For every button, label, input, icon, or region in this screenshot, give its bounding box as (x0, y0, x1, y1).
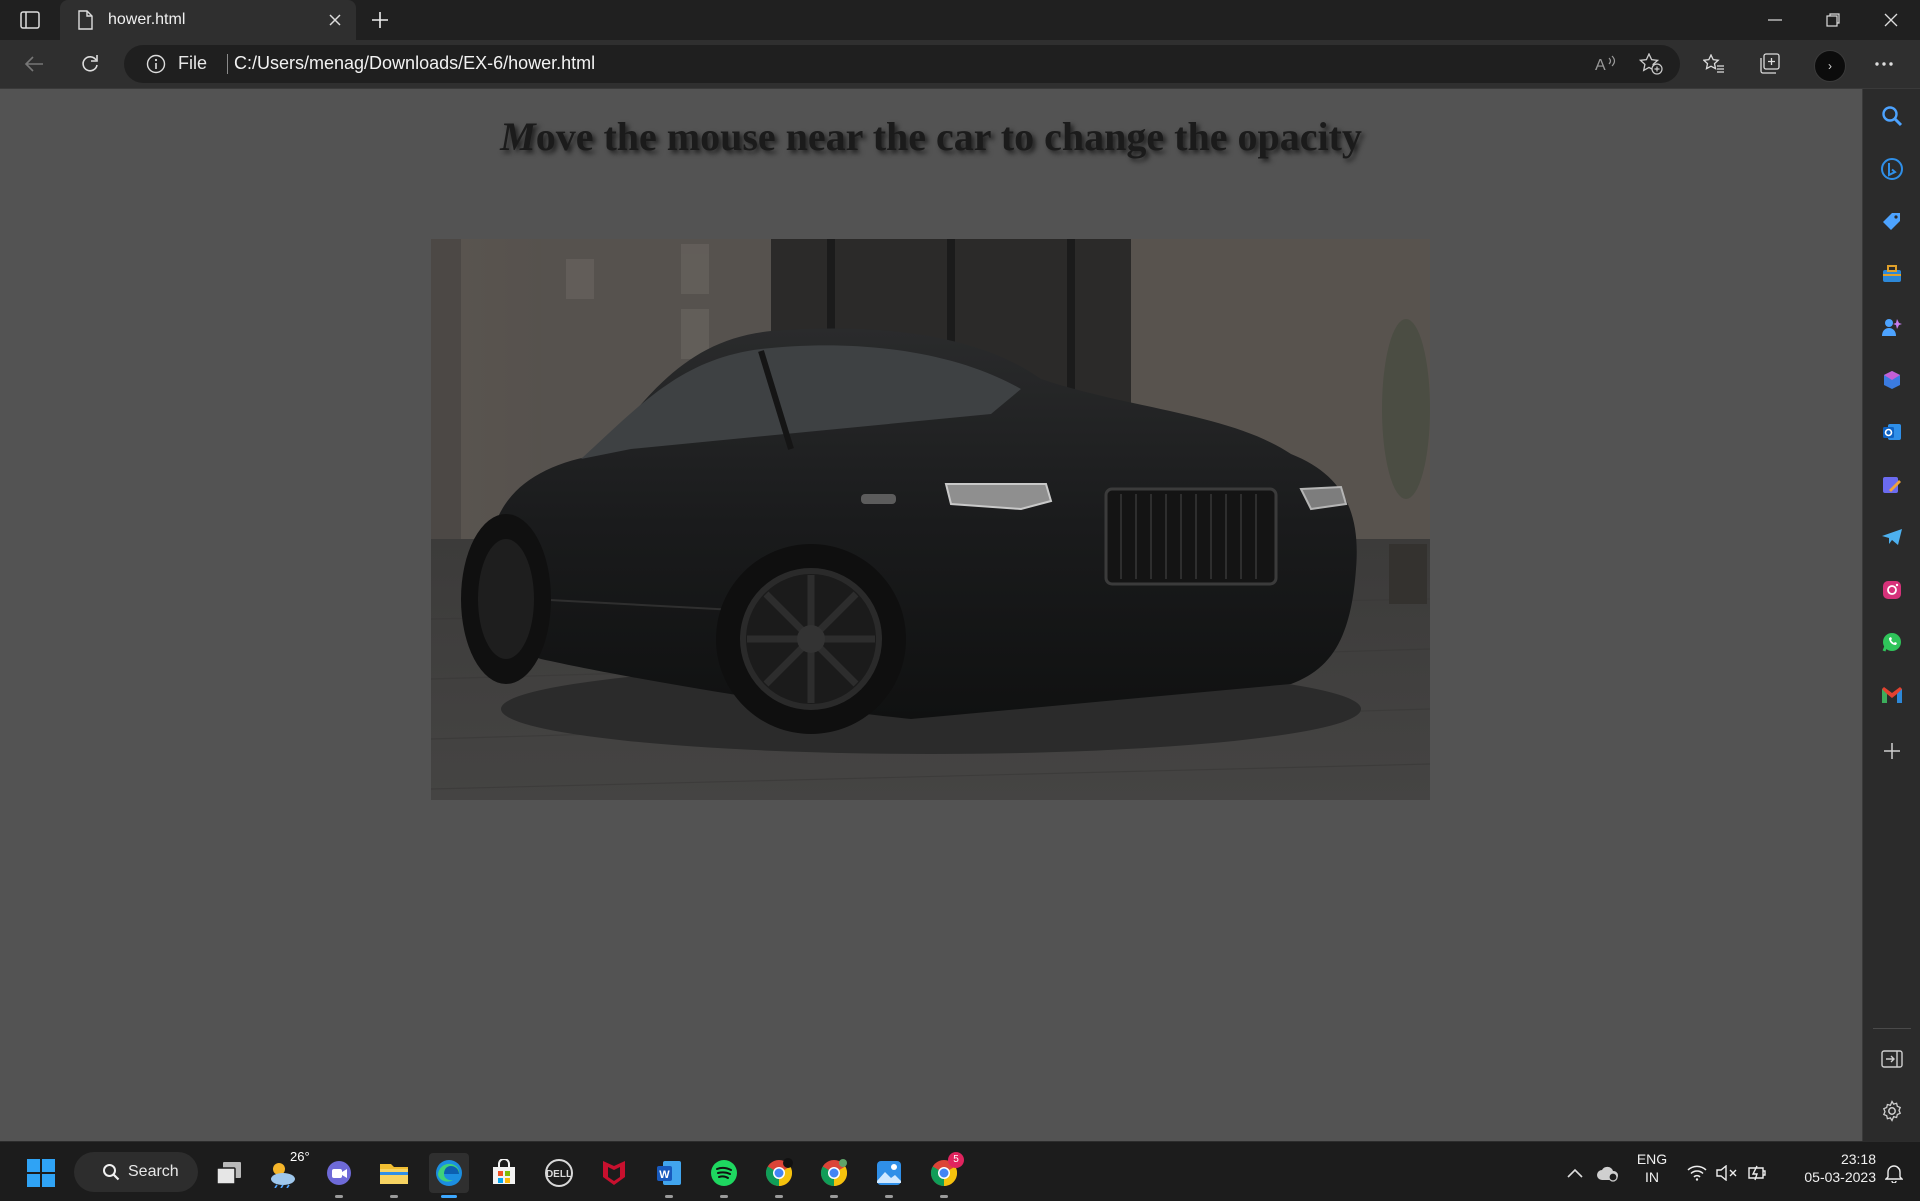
onedrive-icon[interactable] (1592, 1153, 1624, 1193)
dell-icon[interactable]: DELL (539, 1153, 579, 1193)
tab-hower[interactable]: hower.html (60, 0, 356, 40)
address-separator (227, 54, 228, 74)
running-indicator (775, 1195, 783, 1198)
page-content: Move the mouse near the car to change th… (0, 89, 1862, 1141)
add-favorite-icon[interactable] (1637, 50, 1665, 78)
weather-widget[interactable]: 26° (264, 1149, 310, 1193)
mcafee-icon[interactable] (594, 1153, 634, 1193)
edge-browser-icon[interactable] (429, 1153, 469, 1198)
restore-button[interactable] (1805, 0, 1861, 40)
tab-title: hower.html (108, 11, 186, 28)
bing-icon[interactable] (1876, 153, 1908, 185)
running-indicator (830, 1195, 838, 1198)
collections-button[interactable] (1752, 46, 1788, 82)
minimize-button[interactable] (1747, 0, 1803, 40)
page-heading: Move the mouse near the car to change th… (0, 113, 1862, 160)
clock-date: 05-03-2023 (1804, 1169, 1876, 1185)
car-illustration (431, 239, 1430, 800)
taskbar-search-label: Search (128, 1163, 179, 1180)
notification-badge: 5 (948, 1152, 964, 1168)
weather-temp: 26° (290, 1149, 310, 1164)
running-indicator (665, 1195, 673, 1198)
site-info-icon[interactable] (146, 54, 166, 74)
read-aloud-icon[interactable]: A (1592, 50, 1620, 78)
hide-sidebar-icon[interactable] (1876, 1043, 1908, 1075)
running-indicator (335, 1195, 343, 1198)
browser-toolbar: File C:/Users/menag/Downloads/EX-6/hower… (0, 40, 1920, 89)
sidebar-divider (1873, 1028, 1911, 1029)
tab-actions-icon[interactable] (14, 8, 46, 32)
heading-text: ove the mouse near the car to change the… (535, 114, 1362, 159)
url-scheme-label: File (178, 53, 208, 73)
region-code: IN (1645, 1169, 1659, 1185)
show-hidden-icons-chevron-icon[interactable] (1560, 1153, 1590, 1193)
photos-icon[interactable] (869, 1153, 909, 1198)
refresh-button[interactable] (72, 46, 108, 82)
search-icon[interactable] (1876, 100, 1908, 132)
games-icon[interactable] (1876, 311, 1908, 343)
back-button[interactable] (16, 46, 52, 82)
taskbar-search[interactable]: Search (74, 1152, 198, 1192)
chrome-profile-3-icon[interactable]: 5 (924, 1152, 964, 1198)
word-icon[interactable]: W (649, 1153, 689, 1198)
office-icon[interactable] (1876, 364, 1908, 396)
whatsapp-icon[interactable] (1876, 626, 1908, 658)
clock[interactable]: 23:18 05-03-2023 (1780, 1150, 1876, 1186)
language-code: ENG (1636, 1151, 1668, 1167)
url-text[interactable]: C:/Users/menag/Downloads/EX-6/hower.html (234, 53, 595, 74)
spotify-icon[interactable] (704, 1153, 744, 1198)
add-icon[interactable] (1876, 735, 1908, 767)
language-indicator[interactable]: ENG IN (1630, 1150, 1674, 1186)
title-bar: hower.html (0, 0, 1920, 40)
more-menu-button[interactable] (1866, 46, 1902, 82)
document-icon (74, 9, 96, 31)
instagram-icon[interactable] (1876, 574, 1908, 606)
heading-initial: M (500, 114, 536, 159)
search-magnifier-icon (102, 1163, 120, 1181)
microsoft-store-icon[interactable] (484, 1153, 524, 1193)
svg-text:W: W (659, 1169, 670, 1181)
gmail-icon[interactable] (1876, 679, 1908, 711)
favorites-button[interactable] (1696, 46, 1732, 82)
file-explorer-icon[interactable] (374, 1153, 414, 1198)
windows-taskbar: Search 26° DELL W 5 ENG IN 23:18 05-03-2… (0, 1141, 1920, 1201)
close-tab-icon[interactable] (320, 5, 350, 35)
task-view-icon[interactable] (209, 1153, 249, 1193)
car-image[interactable] (431, 239, 1430, 800)
running-indicator (720, 1195, 728, 1198)
edge-sidebar (1862, 89, 1920, 1141)
svg-text:A: A (1595, 57, 1606, 74)
chrome-profile-1-icon[interactable] (759, 1153, 799, 1198)
running-indicator (940, 1195, 948, 1198)
profile-avatar[interactable]: › (1814, 50, 1846, 82)
notifications-bell-icon[interactable] (1878, 1153, 1910, 1193)
volume-muted-icon[interactable] (1711, 1153, 1743, 1193)
running-indicator (390, 1195, 398, 1198)
start-button[interactable] (21, 1153, 61, 1193)
teams-chat-icon[interactable] (319, 1153, 359, 1198)
tools-icon[interactable] (1876, 258, 1908, 290)
settings-gear-icon[interactable] (1876, 1095, 1908, 1127)
designer-icon[interactable] (1876, 469, 1908, 501)
shopping-tag-icon[interactable] (1876, 206, 1908, 238)
clock-time: 23:18 (1840, 1151, 1876, 1167)
svg-text:DELL: DELL (546, 1169, 572, 1180)
close-window-button[interactable] (1863, 0, 1919, 40)
battery-charging-icon[interactable] (1741, 1153, 1773, 1193)
address-bar[interactable]: File C:/Users/menag/Downloads/EX-6/hower… (124, 45, 1680, 83)
wifi-icon[interactable] (1681, 1153, 1713, 1193)
chrome-profile-2-icon[interactable] (814, 1153, 854, 1198)
running-indicator (885, 1195, 893, 1198)
outlook-icon[interactable] (1876, 416, 1908, 448)
new-tab-button[interactable] (364, 4, 396, 36)
running-indicator (441, 1195, 457, 1198)
telegram-icon[interactable] (1876, 521, 1908, 553)
